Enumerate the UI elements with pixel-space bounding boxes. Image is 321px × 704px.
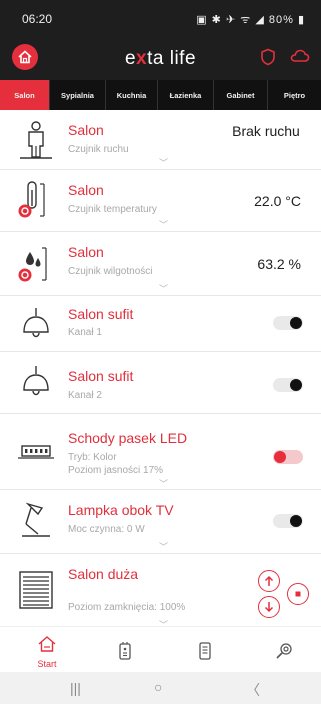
home-icon xyxy=(38,636,56,652)
device-value: Brak ruchu xyxy=(232,123,300,139)
settings-icon xyxy=(276,643,292,659)
cloud-button[interactable] xyxy=(290,48,310,69)
device-row-humidity[interactable]: Salon Czujnik wilgotności 63.2 % ﹀ xyxy=(0,232,321,296)
device-list: Salon Czujnik ruchu Brak ruchu ﹀ Salon C… xyxy=(0,112,321,626)
device-value: 63.2 % xyxy=(257,256,301,272)
remote-icon xyxy=(119,642,131,660)
device-row-temperature[interactable]: Salon Czujnik temperatury 22.0 °C ﹀ xyxy=(0,170,321,232)
person-motion-icon xyxy=(20,121,52,159)
led-strip-icon xyxy=(18,445,54,459)
chevron-down-icon[interactable]: ﹀ xyxy=(159,218,168,231)
toggle-switch[interactable] xyxy=(273,450,303,464)
device-row-desk-lamp[interactable]: Lampka obok TV Moc czynna: 0 W ﹀ xyxy=(0,490,321,554)
blind-down-button[interactable] xyxy=(258,596,280,618)
tab-kuchnia[interactable]: Kuchnia xyxy=(106,80,158,110)
chevron-down-icon[interactable]: ﹀ xyxy=(159,477,168,490)
device-subtitle: Czujnik temperatury xyxy=(68,204,157,215)
device-name: Salon xyxy=(68,244,104,260)
device-name: Salon sufit xyxy=(68,306,134,322)
chevron-down-icon[interactable]: ﹀ xyxy=(159,540,168,553)
device-name: Salon sufit xyxy=(68,368,134,384)
tab-pietro[interactable]: Piętro xyxy=(268,80,321,110)
device-subtitle: Moc czynna: 0 W xyxy=(68,524,145,535)
status-system-icons: ▣ ✱ ✈ ᯤ ◢ xyxy=(196,14,269,26)
blind-stop-button[interactable] xyxy=(287,583,309,605)
chevron-down-icon[interactable]: ﹀ xyxy=(159,282,168,295)
back-icon[interactable]: 〈 xyxy=(246,680,260,700)
humidity-icon xyxy=(18,247,47,282)
tab-lazienka[interactable]: Łazienka xyxy=(158,80,214,110)
device-value: 22.0 °C xyxy=(254,193,301,209)
tab-sypialnia[interactable]: Sypialnia xyxy=(50,80,106,110)
device-row-ceiling-2[interactable]: Salon sufit Kanał 2 xyxy=(0,352,321,414)
recent-apps-icon[interactable]: ||| xyxy=(70,680,81,696)
desk-lamp-icon xyxy=(22,502,50,537)
cloud-icon xyxy=(290,49,310,62)
logo-part-x: x xyxy=(136,48,148,69)
device-subtitle: Kanał 1 xyxy=(68,327,102,338)
chevron-down-icon[interactable]: ﹀ xyxy=(159,618,168,626)
status-time: 06:20 xyxy=(22,12,53,26)
device-subtitle: Czujnik wilgotności xyxy=(68,266,153,277)
alarm-shield-button[interactable] xyxy=(260,48,276,71)
nav-scenes[interactable] xyxy=(185,641,225,666)
tab-gabinet[interactable]: Gabinet xyxy=(214,80,268,110)
battery-icon: ▮ xyxy=(293,14,305,26)
ceiling-lamp-icon xyxy=(23,366,49,396)
bottom-nav: Start xyxy=(0,626,321,672)
tab-salon[interactable]: Salon xyxy=(0,80,50,110)
device-subtitle: Czujnik ruchu xyxy=(68,144,129,155)
device-name: Salon duża xyxy=(68,566,139,582)
room-tabs: Salon Sypialnia Kuchnia Łazienka Gabinet… xyxy=(0,80,321,110)
logo-part-1: e xyxy=(124,48,137,69)
device-subtitle-2: Poziom jasności 17% xyxy=(68,465,164,476)
toggle-knob xyxy=(290,515,302,527)
logo-part-2: ta life xyxy=(147,48,197,69)
thermometer-icon xyxy=(18,181,45,218)
device-row-led[interactable]: Schody pasek LED Tryb: Kolor Poziom jasn… xyxy=(0,414,321,490)
toggle-knob xyxy=(274,451,286,463)
toggle-switch[interactable] xyxy=(273,316,303,330)
nav-start-label: Start xyxy=(37,659,57,669)
arrow-up-icon xyxy=(264,575,274,586)
shield-icon xyxy=(261,48,275,66)
home-circle-icon[interactable]: ○ xyxy=(154,679,162,695)
status-bar: 06:20 ▣ ✱ ✈ ᯤ ◢ 80% ▮ xyxy=(0,0,321,36)
device-row-motion[interactable]: Salon Czujnik ruchu Brak ruchu ﹀ xyxy=(0,112,321,170)
nav-remote[interactable] xyxy=(105,641,145,666)
chevron-down-icon[interactable]: ﹀ xyxy=(159,156,168,169)
device-name: Salon xyxy=(68,182,104,198)
roller-blind-icon xyxy=(19,571,53,609)
system-nav-bar: ||| ○ 〈 xyxy=(0,672,321,704)
device-subtitle: Kanał 2 xyxy=(68,390,102,401)
toggle-knob xyxy=(290,317,302,329)
device-name: Lampka obok TV xyxy=(68,502,174,518)
device-name: Salon xyxy=(68,122,104,138)
blind-up-button[interactable] xyxy=(258,570,280,592)
device-row-ceiling-1[interactable]: Salon sufit Kanał 1 xyxy=(0,296,321,352)
nav-start[interactable]: Start xyxy=(27,635,67,669)
stop-icon xyxy=(295,591,301,597)
ceiling-lamp-icon xyxy=(23,308,49,338)
arrow-down-icon xyxy=(264,602,274,613)
toggle-knob xyxy=(290,379,302,391)
device-subtitle: Tryb: Kolor xyxy=(68,452,117,463)
app-header: exta life xyxy=(0,36,321,80)
device-row-blind[interactable]: Salon duża Poziom zamknięcia: 100% ﹀ xyxy=(0,554,321,626)
toggle-switch[interactable] xyxy=(273,378,303,392)
nav-settings[interactable] xyxy=(264,641,304,666)
status-icons: ▣ ✱ ✈ ᯤ ◢ 80% ▮ xyxy=(196,12,305,27)
device-subtitle: Poziom zamknięcia: 100% xyxy=(68,602,186,613)
tablet-icon xyxy=(199,642,211,660)
app-root: 06:20 ▣ ✱ ✈ ᯤ ◢ 80% ▮ exta life Salon Sy… xyxy=(0,0,321,704)
battery-percent: 80% xyxy=(268,14,294,26)
device-name: Schody pasek LED xyxy=(68,430,188,446)
toggle-switch[interactable] xyxy=(273,514,303,528)
